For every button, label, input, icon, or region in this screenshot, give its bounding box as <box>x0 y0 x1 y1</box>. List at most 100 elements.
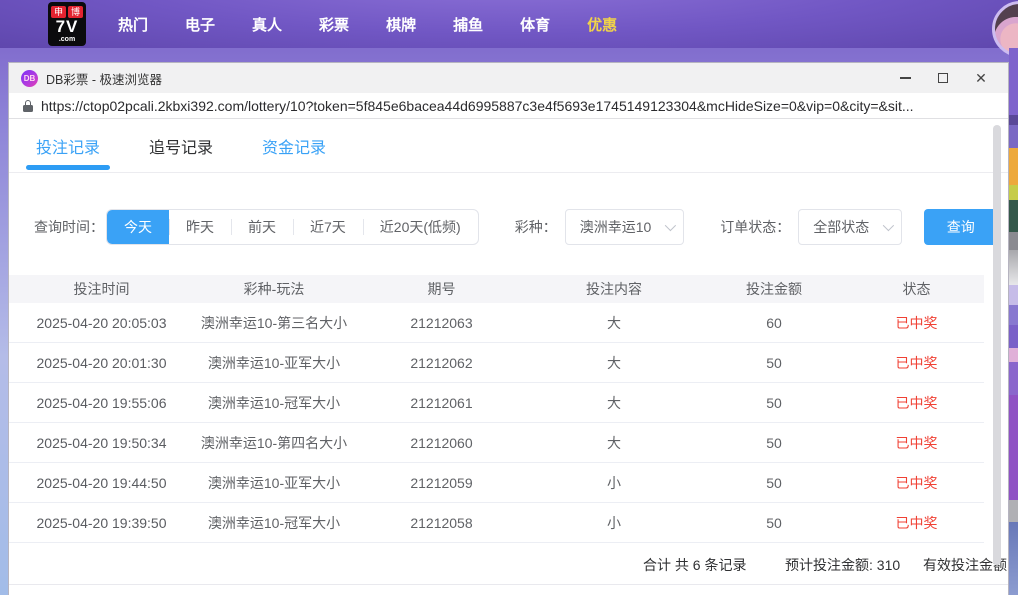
table-header-row: 投注时间 彩种-玩法 期号 投注内容 投注金额 状态 <box>9 275 984 303</box>
col-header-issue: 期号 <box>427 281 456 297</box>
cell-issue: 21212059 <box>410 474 473 491</box>
time-option-7days[interactable]: 近7天 <box>293 210 363 244</box>
cell-time: 2025-04-20 19:50:34 <box>36 434 167 451</box>
cell-time: 2025-04-20 20:05:03 <box>36 314 167 331</box>
tab-chase-records[interactable]: 追号记录 <box>147 120 215 172</box>
cell-game: 澳洲幸运10-冠军大小 <box>207 514 341 531</box>
chevron-down-icon <box>665 219 677 232</box>
table-row: 2025-04-20 19:44:50 澳洲幸运10-亚军大小 21212059… <box>9 463 984 503</box>
url-text[interactable]: https://ctop02pcali.2kbxi392.com/lottery… <box>41 98 914 114</box>
lottery-records-page: 投注记录 追号记录 资金记录 查询时间： 今天 昨天 前天 近7天 近20天(低… <box>9 119 1008 595</box>
browser-window: DB DB彩票 - 极速浏览器 ✕ https://ctop02pcali.2k… <box>8 62 1009 595</box>
order-status-value: 全部状态 <box>813 219 870 235</box>
lottery-type-value: 澳洲幸运10 <box>579 219 652 235</box>
cell-content: 小 <box>607 514 621 531</box>
minimize-button[interactable] <box>886 63 924 93</box>
cell-time: 2025-04-20 19:55:06 <box>36 394 167 411</box>
cell-amount: 50 <box>766 474 782 491</box>
col-header-game: 彩种-玩法 <box>243 281 305 297</box>
cell-status: 已中奖 <box>895 434 938 451</box>
cell-time: 2025-04-20 20:01:30 <box>36 354 167 371</box>
time-option-20days[interactable]: 近20天(低频) <box>362 210 478 244</box>
cell-content: 大 <box>607 434 621 451</box>
nav-item-promos[interactable]: 优惠 <box>587 14 617 35</box>
nav-item-lottery[interactable]: 彩票 <box>319 14 349 35</box>
cell-time: 2025-04-20 19:44:50 <box>36 474 167 491</box>
summary-expected-amount: 预计投注金额: 310 <box>785 557 901 573</box>
minimize-icon <box>899 77 911 79</box>
active-tab-underline <box>26 165 110 170</box>
url-bar[interactable]: https://ctop02pcali.2kbxi392.com/lottery… <box>9 93 1008 119</box>
col-header-status: 状态 <box>902 281 931 297</box>
order-status-label: 订单状态： <box>720 219 791 235</box>
cell-issue: 21212060 <box>410 434 473 451</box>
cell-content: 小 <box>607 474 621 491</box>
site-logo[interactable]: 申 博 7V .com <box>48 2 86 46</box>
maximize-button[interactable] <box>924 63 962 93</box>
time-option-day-before[interactable]: 前天 <box>231 210 293 244</box>
cell-amount: 60 <box>766 314 782 331</box>
cell-game: 澳洲幸运10-第三名大小 <box>200 314 348 331</box>
cell-content: 大 <box>607 314 621 331</box>
lottery-type-select[interactable]: 澳洲幸运10 <box>564 209 685 245</box>
logo-badge-left: 申 <box>51 5 66 18</box>
background-page-strip <box>1009 48 1018 595</box>
nav-item-cards[interactable]: 棋牌 <box>386 14 416 35</box>
time-option-today[interactable]: 今天 <box>107 210 169 244</box>
bet-records-table: 投注时间 彩种-玩法 期号 投注内容 投注金额 状态 2025-04-20 20… <box>9 275 984 543</box>
chevron-down-icon <box>883 219 895 232</box>
browser-title-bar: DB DB彩票 - 极速浏览器 ✕ <box>9 63 1008 93</box>
tab-fund-records[interactable]: 资金记录 <box>260 120 328 172</box>
db-app-icon: DB <box>21 69 38 87</box>
order-status-select[interactable]: 全部状态 <box>798 209 903 245</box>
logo-suffix-text: .com <box>58 35 76 43</box>
query-time-label: 查询时间： <box>34 219 104 235</box>
nav-item-live[interactable]: 真人 <box>252 14 282 35</box>
vertical-scrollbar[interactable] <box>993 125 1001 565</box>
record-tabs: 投注记录 追号记录 资金记录 <box>9 119 1008 173</box>
maximize-icon <box>938 73 948 83</box>
nav-item-slots[interactable]: 电子 <box>185 14 215 35</box>
col-header-content: 投注内容 <box>586 281 642 297</box>
close-icon: ✕ <box>975 70 987 86</box>
window-title: DB彩票 - 极速浏览器 <box>46 72 162 87</box>
time-range-group: 今天 昨天 前天 近7天 近20天(低频) <box>106 209 479 245</box>
cell-status: 已中奖 <box>895 514 938 531</box>
cell-amount: 50 <box>766 514 782 531</box>
cell-amount: 50 <box>766 434 782 451</box>
nav-item-hot[interactable]: 热门 <box>118 14 148 35</box>
close-button[interactable]: ✕ <box>962 63 1000 93</box>
table-row: 2025-04-20 20:01:30 澳洲幸运10-亚军大小 21212062… <box>9 343 984 383</box>
cell-game: 澳洲幸运10-冠军大小 <box>207 394 341 411</box>
table-row: 2025-04-20 19:55:06 澳洲幸运10-冠军大小 21212061… <box>9 383 984 423</box>
table-row: 2025-04-20 19:39:50 澳洲幸运10-冠军大小 21212058… <box>9 503 984 543</box>
filter-bar: 查询时间： 今天 昨天 前天 近7天 近20天(低频) 彩种： 澳洲幸运10 订… <box>34 209 1008 245</box>
logo-main-text: 7V <box>55 16 79 36</box>
cell-status: 已中奖 <box>895 354 938 371</box>
cell-amount: 50 <box>766 394 782 411</box>
site-nav: 申 博 7V .com 热门 电子 真人 彩票 棋牌 捕鱼 体育 优惠 <box>0 0 1018 57</box>
search-button[interactable]: 查询 <box>924 209 998 245</box>
cell-game: 澳洲幸运10-亚军大小 <box>207 354 341 371</box>
time-option-yesterday[interactable]: 昨天 <box>169 210 231 244</box>
nav-item-sports[interactable]: 体育 <box>520 14 550 35</box>
cell-amount: 50 <box>766 354 782 371</box>
cell-issue: 21212062 <box>410 354 473 371</box>
window-controls: ✕ <box>886 63 1000 93</box>
cell-status: 已中奖 <box>895 474 938 491</box>
cell-content: 大 <box>607 354 621 371</box>
tab-bet-records[interactable]: 投注记录 <box>34 120 102 172</box>
nav-items: 热门 电子 真人 彩票 棋牌 捕鱼 体育 优惠 <box>118 14 617 35</box>
cell-game: 澳洲幸运10-亚军大小 <box>207 474 341 491</box>
nav-item-fishing[interactable]: 捕鱼 <box>453 14 483 35</box>
summary-total-count: 合计 共 6 条记录 <box>643 557 747 573</box>
lock-icon <box>23 99 33 112</box>
cell-issue: 21212063 <box>410 314 473 331</box>
logo-badge-right: 博 <box>68 5 83 18</box>
logo-badges: 申 博 <box>51 5 83 18</box>
col-header-time: 投注时间 <box>73 281 130 297</box>
table-row: 2025-04-20 20:05:03 澳洲幸运10-第三名大小 2121206… <box>9 303 984 343</box>
cell-issue: 21212061 <box>410 394 473 411</box>
cell-game: 澳洲幸运10-第四名大小 <box>200 434 348 451</box>
cell-issue: 21212058 <box>410 514 473 531</box>
